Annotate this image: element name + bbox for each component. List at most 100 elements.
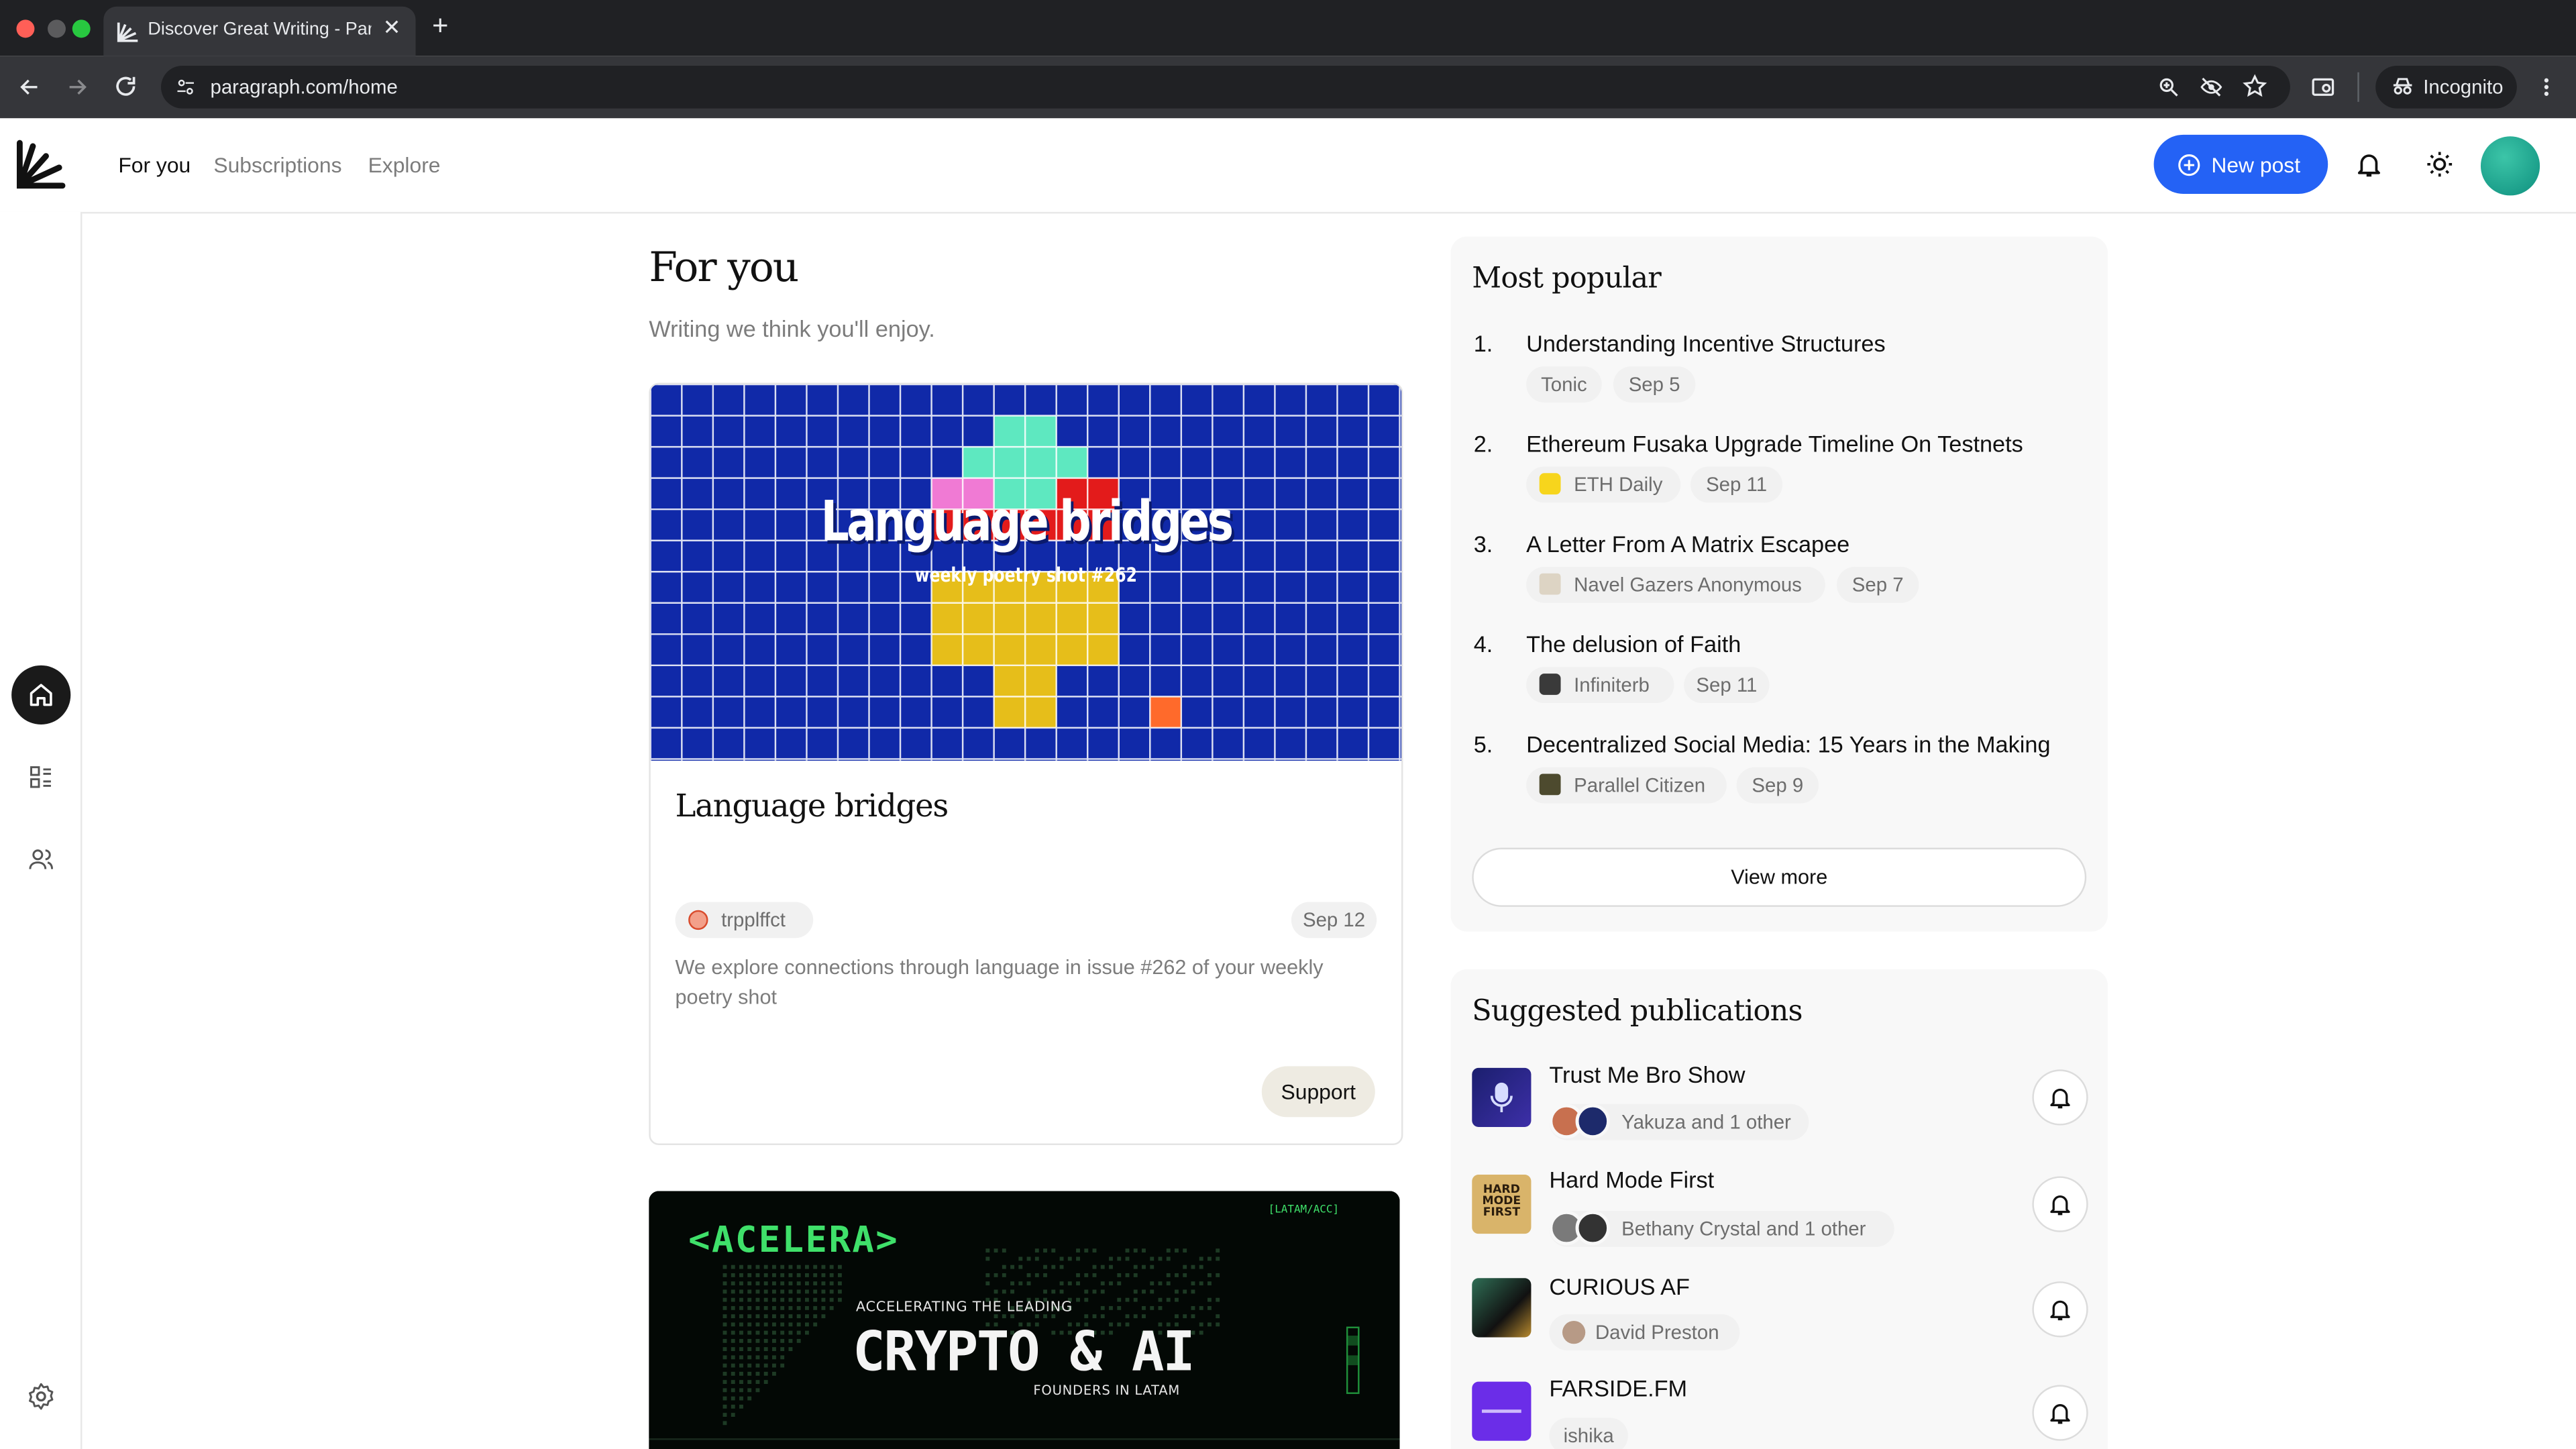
new-tab-button[interactable]: + [432,10,448,43]
popular-post-title[interactable]: Understanding Incentive Structures [1526,330,1886,356]
more-menu-icon[interactable] [2535,74,2558,100]
user-avatar[interactable] [2480,136,2540,196]
author-avatar [688,910,708,930]
map-dot [731,1396,735,1401]
site-info-icon[interactable] [176,77,195,97]
post-cover-image[interactable]: Language bridges weekly poetry shot #262 [650,384,1401,761]
popular-post-title[interactable]: Decentralized Social Media: 15 Years in … [1526,731,2050,757]
tab-explore[interactable]: Explore [368,153,441,178]
back-icon[interactable] [18,76,41,99]
subscribe-bell-button[interactable] [2032,1069,2088,1126]
popular-post-title[interactable]: Ethereum Fusaka Upgrade Timeline On Test… [1526,431,2023,457]
tab-title: Discover Great Writing - Paragraph [148,19,371,40]
map-dot [1018,1265,1023,1269]
popular-publication-chip[interactable]: ETH Daily [1526,466,1681,503]
map-dot [1084,1289,1089,1294]
hard-mode-first-logo[interactable]: HARD MODE FIRST [1472,1175,1532,1234]
map-dot [747,1388,752,1393]
people-icon[interactable] [26,846,56,872]
support-button[interactable]: Support [1261,1066,1375,1118]
post-title[interactable]: Language bridges [676,789,949,825]
map-dot [747,1363,752,1368]
map-dot [722,1322,727,1327]
popular-publication-chip[interactable]: Navel Gazers Anonymous [1526,566,1825,603]
popular-publication-chip[interactable]: Infiniterb [1526,667,1674,704]
eye-off-icon[interactable] [2200,76,2222,99]
cover-brand: <ACELERA> [688,1220,900,1262]
map-dot [994,1273,998,1277]
view-more-button[interactable]: View more [1472,847,2087,907]
popular-post-title[interactable]: A Letter From A Matrix Escapee [1526,531,1849,557]
forward-icon[interactable] [66,76,89,99]
tab-subscriptions[interactable]: Subscriptions [213,153,341,178]
map-dot [722,1388,727,1393]
map-dot [739,1404,743,1409]
popular-publication-chip[interactable]: Parallel Citizen [1526,767,1727,804]
popular-publication[interactable]: Tonic [1526,366,1602,403]
bell-icon[interactable] [2354,150,2383,179]
map-dot [763,1297,768,1302]
map-dot [1034,1256,1039,1261]
infiniterb-logo [1539,674,1561,695]
map-dot [722,1347,727,1352]
farside-fm-logo[interactable] [1472,1381,1532,1441]
map-dot [722,1404,727,1409]
paragraph-logo-icon[interactable] [15,138,67,191]
map-dot [722,1421,727,1426]
map-dot [731,1347,735,1352]
cover-title: Language bridges [820,489,1234,555]
post-author-chip[interactable]: trpplffct [675,902,814,938]
post-card[interactable]: <ACELERA> [LATAM/ACC] ACCELERATING THE L… [649,1191,1400,1449]
post-card[interactable]: Language bridges weekly poetry shot #262… [649,382,1403,1145]
map-dot [1216,1314,1220,1319]
map-dot [731,1314,735,1319]
map-dot [1175,1297,1179,1302]
reading-list-icon[interactable] [2310,74,2336,100]
map-dot [1133,1314,1138,1319]
publication-name[interactable]: CURIOUS AF [1549,1273,1690,1299]
tab-for-you[interactable]: For you [118,153,191,178]
map-dot [1018,1256,1023,1261]
maximize-window-button[interactable] [72,19,91,38]
subscriber-chip: Bethany Crystal and 1 other [1549,1210,1894,1247]
map-dot [772,1338,776,1343]
minimize-window-button[interactable] [48,19,66,38]
theme-sun-icon[interactable] [2425,150,2455,179]
navel-gazers-logo [1539,573,1561,595]
map-dot [747,1314,752,1319]
map-dot [805,1305,809,1310]
publication-name[interactable]: Hard Mode First [1549,1167,1714,1193]
subscribe-bell-button[interactable] [2032,1385,2088,1441]
map-dot [763,1305,768,1310]
popular-post-title[interactable]: The delusion of Faith [1526,631,1741,657]
map-dot [813,1265,818,1269]
subscribe-bell-button[interactable] [2032,1281,2088,1338]
publication-name[interactable]: FARSIDE.FM [1549,1375,1687,1401]
feed-list-icon[interactable] [28,764,54,790]
map-dot [821,1314,826,1319]
browser-tab[interactable]: Discover Great Writing - Paragraph ✕ [103,6,416,56]
reload-icon[interactable] [113,74,138,99]
close-window-button[interactable] [16,19,35,38]
map-dot [722,1371,727,1376]
map-dot [796,1265,801,1269]
map-dot [739,1289,743,1294]
bookmark-star-icon[interactable] [2243,74,2267,99]
address-bar[interactable]: paragraph.com/home [161,65,2290,109]
rank-number: 2. [1473,430,1493,457]
incognito-indicator[interactable]: Incognito [2375,65,2517,109]
map-dot [772,1330,776,1335]
zoom-icon[interactable] [2157,76,2180,99]
gear-icon[interactable] [26,1382,56,1411]
curious-af-logo[interactable] [1472,1278,1532,1338]
map-dot [1150,1289,1155,1294]
map-dot [739,1396,743,1401]
map-dot [747,1355,752,1360]
tab-close-icon[interactable]: ✕ [383,15,401,41]
new-post-button[interactable]: New post [2153,134,2328,194]
publication-name[interactable]: Trust Me Bro Show [1549,1061,1745,1087]
url-text[interactable]: paragraph.com/home [210,76,397,99]
subscribe-bell-button[interactable] [2032,1176,2088,1232]
sidebar-item-home[interactable] [11,665,71,725]
trust-me-bro-logo[interactable] [1472,1067,1532,1128]
